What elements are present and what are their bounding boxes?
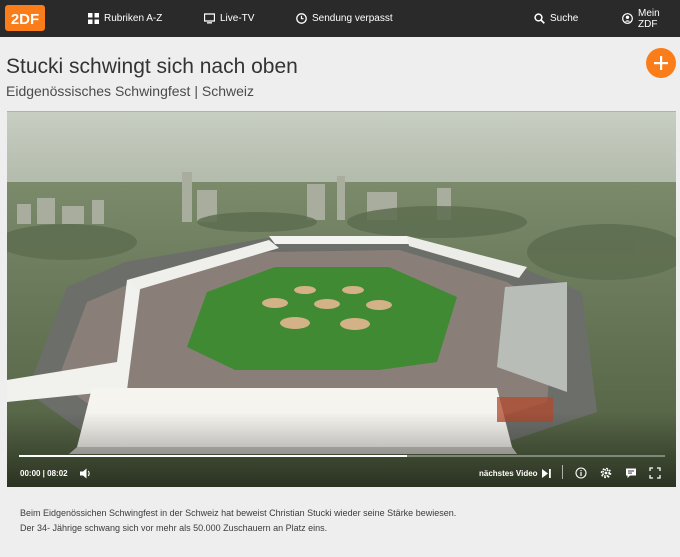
add-to-list-button[interactable] [646, 48, 676, 78]
controls-divider [562, 465, 563, 479]
nav-mein-zdf-label: Mein ZDF [638, 7, 660, 30]
next-video-button[interactable]: nächstes Video [479, 465, 552, 481]
page-title: Stucki schwingt sich nach oben [6, 55, 298, 78]
fullscreen-button[interactable] [649, 465, 661, 481]
subtitles-button[interactable] [625, 465, 637, 481]
subtitles-icon [626, 468, 636, 478]
fullscreen-icon [649, 467, 661, 479]
page-subtitle: Eidgenössisches Schwingfest | Schweiz [6, 83, 254, 99]
progress-bar-fill [19, 455, 407, 457]
progress-bar[interactable] [19, 455, 665, 457]
nav-rubriken-label: Rubriken A-Z [104, 13, 163, 24]
skip-next-icon [541, 468, 551, 478]
nav-sendung-verpasst[interactable]: Sendung verpasst [296, 0, 393, 37]
video-frame-stadium [7, 112, 676, 487]
nav-mein-zdf[interactable]: Mein ZDF [622, 0, 680, 37]
next-video-label: nächstes Video [479, 468, 538, 478]
volume-button[interactable] [80, 465, 92, 481]
search-icon [534, 13, 545, 24]
video-description: Beim Eidgenössichen Schwingfest in der S… [20, 508, 457, 533]
tv-icon [204, 13, 215, 24]
nav-sendung-verpasst-label: Sendung verpasst [312, 13, 393, 24]
clock-icon [296, 13, 307, 24]
nav-live-tv[interactable]: Live-TV [204, 0, 254, 37]
grid-icon [88, 13, 99, 24]
nav-suche[interactable]: Suche [534, 0, 578, 37]
zdf-logo[interactable]: 2DF [5, 5, 45, 31]
info-icon [575, 467, 587, 479]
nav-rubriken-a-z[interactable]: Rubriken A-Z [88, 0, 162, 37]
time-display: 00:00 | 08:02 [20, 468, 68, 478]
plus-icon [654, 56, 668, 70]
user-icon [622, 13, 633, 24]
nav-suche-label: Suche [550, 13, 579, 24]
info-button[interactable] [575, 465, 587, 481]
video-player[interactable]: 00:00 | 08:02 nächstes Video [7, 111, 676, 487]
settings-button[interactable] [600, 465, 612, 481]
nav-live-tv-label: Live-TV [220, 13, 255, 24]
volume-icon [80, 468, 90, 478]
settings-icon [600, 467, 612, 479]
svg-text:2DF: 2DF [11, 11, 39, 28]
top-navigation: 2DF Rubriken A-Z Live-TV Sendung verpass… [0, 0, 680, 37]
